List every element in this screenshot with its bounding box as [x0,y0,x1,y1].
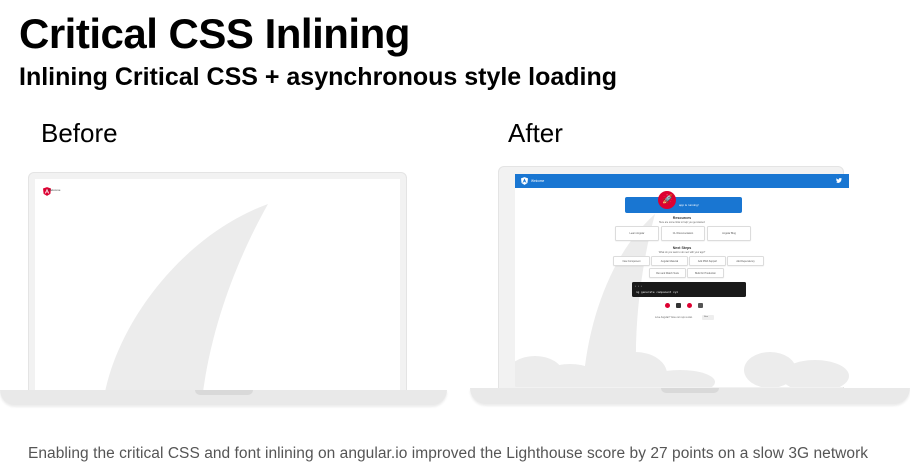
step-card-label: Run and Watch Tests [656,271,679,275]
cli-icon[interactable] [676,303,681,308]
slide-title: Critical CSS Inlining [19,10,410,57]
next-steps-subtitle: What do you want to do next with your ap… [658,251,706,254]
welcome-text: Welcome [48,188,61,192]
laptop-notch [194,390,253,395]
terminal-command: ng generate component xyz [636,289,679,294]
rocket-glyph: 🚀 [662,194,674,204]
protractor-icon[interactable] [698,303,703,308]
before-screen: Welcome [35,179,400,392]
github-star-badge[interactable]: Star [702,315,714,320]
hero-banner: app is running! [625,197,742,213]
app-toolbar: Welcome [515,174,849,188]
augury-icon[interactable] [687,303,692,308]
before-label: Before [41,118,118,148]
resource-card-label: CLI Documentation [672,232,694,235]
caption: Enabling the critical CSS and font inlin… [28,445,869,462]
toolbar-title: Welcome [531,178,545,183]
step-card-label: New Component [622,259,641,263]
twitter-icon[interactable] [836,178,842,183]
laptop-base [0,390,447,405]
slide-subtitle: Inlining Critical CSS + asynchronous sty… [19,63,618,91]
resources-subtitle: Here are some links to help you get star… [658,221,706,224]
after-laptop: Welcome app is running! 🚀 Resources Here… [470,166,910,408]
step-card-tests[interactable]: Run and Watch Tests [649,268,686,278]
step-card-pwa[interactable]: Add PWA Support [689,256,726,266]
step-card-label: Add PWA Support [697,259,718,263]
laptop-notch [661,388,719,393]
resource-card-label: Learn Angular [629,232,645,235]
step-card-label: Angular Material [660,259,679,263]
resources-title: Resources [672,216,692,220]
terminal: • • • ng generate component xyz [632,282,746,297]
after-label: After [508,118,563,148]
resource-card-learn[interactable]: Learn Angular [615,226,659,241]
resource-card-blog[interactable]: Angular Blog [707,226,751,241]
after-screen: Welcome app is running! 🚀 Resources Here… [515,174,849,387]
animations-icon[interactable] [665,303,670,308]
next-steps-title: Next Steps [672,246,692,250]
before-laptop: Welcome [0,172,447,407]
rocket-icon: 🚀 [658,191,676,209]
slide: Critical CSS Inlining Inlining Critical … [0,0,910,473]
step-card-new-component[interactable]: New Component [613,256,650,266]
step-card-dependency[interactable]: Add Dependency [727,256,764,266]
crescent-background [105,204,268,392]
angular-logo-icon [521,177,528,185]
step-card-build[interactable]: Build for Production [687,268,724,278]
hero-text: app is running! [679,203,699,207]
star-label: Star [704,316,709,318]
step-card-angular-material[interactable]: Angular Material [651,256,688,266]
step-card-label: Add Dependency [736,259,755,263]
resource-card-label: Angular Blog [722,232,736,235]
step-card-label: Build for Production [695,271,716,275]
laptop-base [470,388,910,404]
resource-card-cli[interactable]: CLI Documentation [661,226,705,241]
footer-text: Love Angular? Give our repo a star. [655,316,693,319]
terminal-dots: • • • [635,283,643,288]
